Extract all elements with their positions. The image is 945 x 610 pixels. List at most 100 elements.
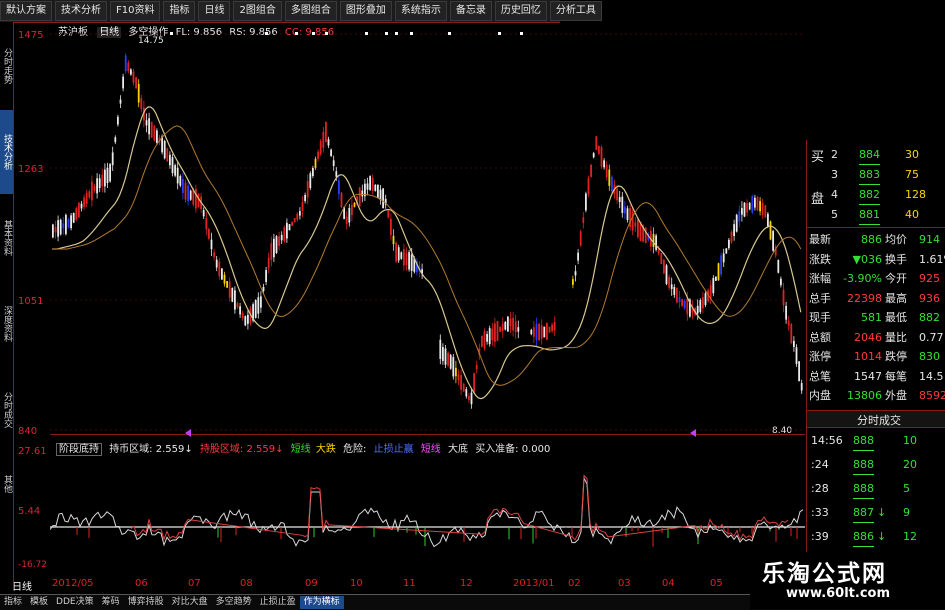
side-tab-basic[interactable]: 基本资料	[0, 196, 13, 280]
quote-value: 936	[919, 291, 940, 305]
quote-key: 总笔	[809, 369, 831, 383]
candle	[262, 286, 265, 292]
price-chart[interactable]	[50, 22, 805, 434]
side-tab-intraday[interactable]: 分时走势	[0, 24, 13, 108]
candle	[382, 188, 384, 209]
candle	[715, 276, 717, 281]
candle	[798, 361, 800, 382]
order-level: 5	[831, 208, 838, 221]
toolbar-button[interactable]: 多图组合	[284, 1, 337, 21]
candle	[124, 55, 127, 72]
candle	[462, 383, 465, 392]
toolbar-button[interactable]: 日线	[198, 1, 231, 21]
toolbar-button[interactable]: F10资料	[110, 1, 161, 21]
candle	[137, 83, 140, 103]
candle	[663, 259, 665, 274]
candle	[72, 212, 75, 223]
candle	[741, 208, 743, 215]
candle	[348, 207, 351, 223]
toolbar-button[interactable]: 图形叠加	[339, 1, 392, 21]
indicator-chart[interactable]	[50, 437, 805, 575]
candle	[202, 210, 205, 217]
candle	[210, 239, 213, 250]
quote-value: 1.61%	[919, 252, 945, 266]
side-tab-ticks[interactable]: 分时成交	[0, 368, 13, 452]
bottom-tab[interactable]: 作为横标	[299, 596, 344, 609]
candle	[598, 145, 600, 155]
candle	[551, 324, 553, 332]
candle	[475, 364, 478, 370]
candle	[286, 222, 288, 239]
signal-marker	[395, 32, 398, 35]
bottom-tab[interactable]: 指标	[0, 596, 26, 609]
bottom-tab[interactable]: 对比大盘	[168, 596, 212, 609]
candle	[374, 184, 377, 191]
quote-key: 总手	[809, 291, 831, 305]
candle	[725, 248, 728, 254]
candle	[304, 194, 306, 202]
candle	[790, 324, 793, 343]
tick-row: :28 888 5	[807, 480, 945, 499]
bottom-tab[interactable]: 模板	[26, 596, 52, 609]
candle	[221, 268, 223, 280]
side-tab-other[interactable]: 其他	[0, 454, 13, 514]
ticks-title[interactable]: 分时成交	[857, 412, 901, 428]
toolbar-button[interactable]: 指标	[163, 1, 196, 21]
toolbar-button[interactable]: 备忘录	[449, 1, 492, 21]
candle	[670, 284, 673, 289]
candle	[130, 69, 132, 75]
candle	[98, 178, 101, 189]
toolbar-button[interactable]: 系统指示	[394, 1, 447, 21]
side-tab-technical[interactable]: 技术分析	[0, 110, 13, 194]
candle	[132, 71, 135, 83]
candle	[395, 242, 397, 262]
scroll-right-marker[interactable]	[690, 429, 696, 437]
watermark-title: 乐淘公式网	[762, 561, 887, 587]
scroll-left-marker[interactable]	[185, 429, 191, 437]
candle	[702, 297, 704, 309]
quote-row: 涨跌 ▼036换手 1.61%	[807, 251, 945, 269]
candle	[605, 164, 608, 178]
candle	[501, 323, 504, 331]
side-tab-depth[interactable]: 深度资料	[0, 282, 13, 366]
candle	[314, 158, 317, 168]
candle	[626, 208, 629, 220]
toolbar-button[interactable]: 历史回忆	[494, 1, 547, 21]
tick-time: 14:56	[811, 434, 843, 447]
signal-marker	[365, 32, 368, 35]
candle	[218, 261, 221, 277]
bottom-tab[interactable]: 多空趋势	[212, 596, 256, 609]
candle	[761, 202, 764, 215]
candle	[288, 224, 291, 231]
toolbar-button[interactable]: 分析工具	[549, 1, 602, 21]
bottom-tab[interactable]: DDE决策	[52, 596, 98, 609]
candle	[696, 305, 699, 314]
toolbar-button[interactable]: 默认方案	[0, 1, 52, 21]
candle	[150, 121, 153, 138]
candle	[533, 327, 535, 337]
price-axis-label: 1475	[18, 30, 44, 41]
candle	[465, 389, 468, 397]
quote-key: 最高	[885, 291, 907, 305]
tick-volume: 5	[903, 482, 910, 495]
candle	[153, 125, 156, 141]
candle	[57, 220, 59, 237]
order-book-row: 5 881 40	[807, 206, 945, 225]
candle	[366, 183, 369, 190]
quote-key: 最新	[809, 233, 831, 246]
candle	[223, 274, 226, 284]
date-label: 2012/05	[52, 578, 94, 589]
candle	[392, 235, 395, 245]
signal-marker	[265, 32, 268, 35]
top-toolbar: 默认方案 技术分析 F10资料 指标 日线 2图组合 多图组合 图形叠加 系统指示 备忘录 历史回忆…	[0, 0, 602, 23]
candle	[189, 190, 192, 200]
quote-key: 现手	[809, 311, 831, 324]
price-axis-label: 1051	[18, 296, 44, 307]
bottom-tab[interactable]: 筹码	[98, 596, 124, 609]
candle	[91, 181, 93, 201]
date-label: 08	[240, 578, 253, 589]
bottom-tab[interactable]: 博弈持股	[124, 596, 168, 609]
toolbar-button[interactable]: 技术分析	[55, 1, 107, 21]
toolbar-button[interactable]: 2图组合	[233, 1, 282, 21]
bottom-tab[interactable]: 止损止盈	[256, 596, 300, 609]
